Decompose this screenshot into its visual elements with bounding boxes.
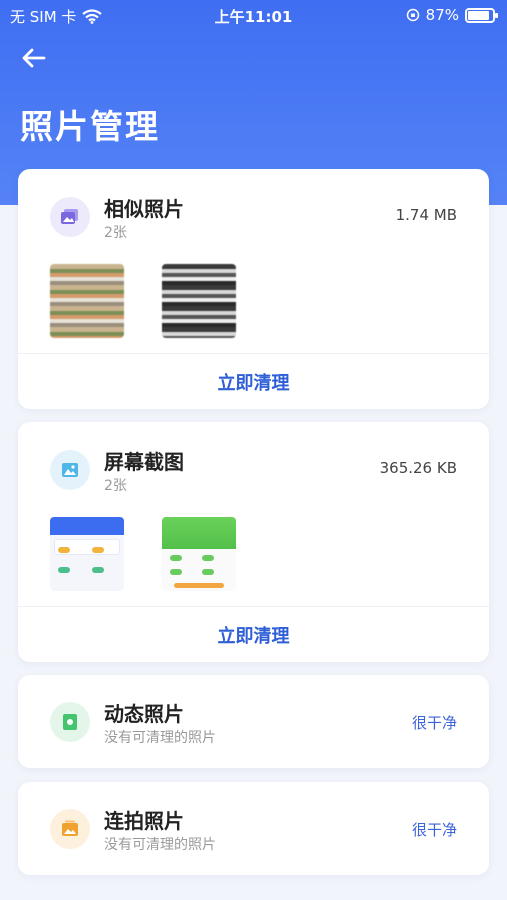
live-photo-icon <box>50 702 90 742</box>
card-title: 屏幕截图 <box>104 450 184 474</box>
card-subtitle: 没有可清理的照片 <box>104 837 216 853</box>
burst-photos-card[interactable]: 连拍照片 没有可清理的照片 很干净 <box>18 782 489 875</box>
card-title: 相似照片 <box>104 197 184 221</box>
photos-icon <box>50 197 90 237</box>
thumbnail-list <box>50 517 236 591</box>
back-button[interactable] <box>20 40 60 76</box>
photo-thumbnail[interactable] <box>162 264 236 338</box>
divider <box>18 606 489 607</box>
screenshot-thumbnail[interactable] <box>50 517 124 591</box>
battery-level <box>468 10 489 20</box>
page-title: 照片管理 <box>20 107 160 146</box>
card-subtitle: 2张 <box>104 478 127 494</box>
live-photos-card[interactable]: 动态照片 没有可清理的照片 很干净 <box>18 675 489 768</box>
card-title: 连拍照片 <box>104 809 184 833</box>
divider <box>18 353 489 354</box>
status-bar: 无 SIM 卡 上午11:01 87% <box>0 0 507 32</box>
photo-thumbnail[interactable] <box>50 264 124 338</box>
arrow-left-icon <box>22 48 46 68</box>
card-size: 1.74 MB <box>395 206 457 224</box>
card-title: 动态照片 <box>104 702 184 726</box>
burst-photo-icon <box>50 809 90 849</box>
card-status: 很干净 <box>411 821 457 839</box>
battery-icon <box>465 7 498 23</box>
card-status: 很干净 <box>411 714 457 732</box>
screenshot-icon <box>50 450 90 490</box>
battery-percent: 87% <box>425 6 459 24</box>
card-subtitle: 没有可清理的照片 <box>104 730 216 746</box>
card-size: 365.26 KB <box>379 459 457 477</box>
clean-now-button[interactable]: 立即清理 <box>18 369 489 395</box>
status-right: 87% <box>406 6 498 24</box>
card-subtitle: 2张 <box>104 225 127 241</box>
orientation-lock-icon <box>406 8 419 22</box>
similar-photos-card: 相似照片 2张 1.74 MB 立即清理 <box>18 169 489 409</box>
screenshots-card: 屏幕截图 2张 365.26 KB 立即清理 <box>18 422 489 662</box>
clean-now-button[interactable]: 立即清理 <box>18 622 489 648</box>
thumbnail-list <box>50 264 236 338</box>
screenshot-thumbnail[interactable] <box>162 517 236 591</box>
